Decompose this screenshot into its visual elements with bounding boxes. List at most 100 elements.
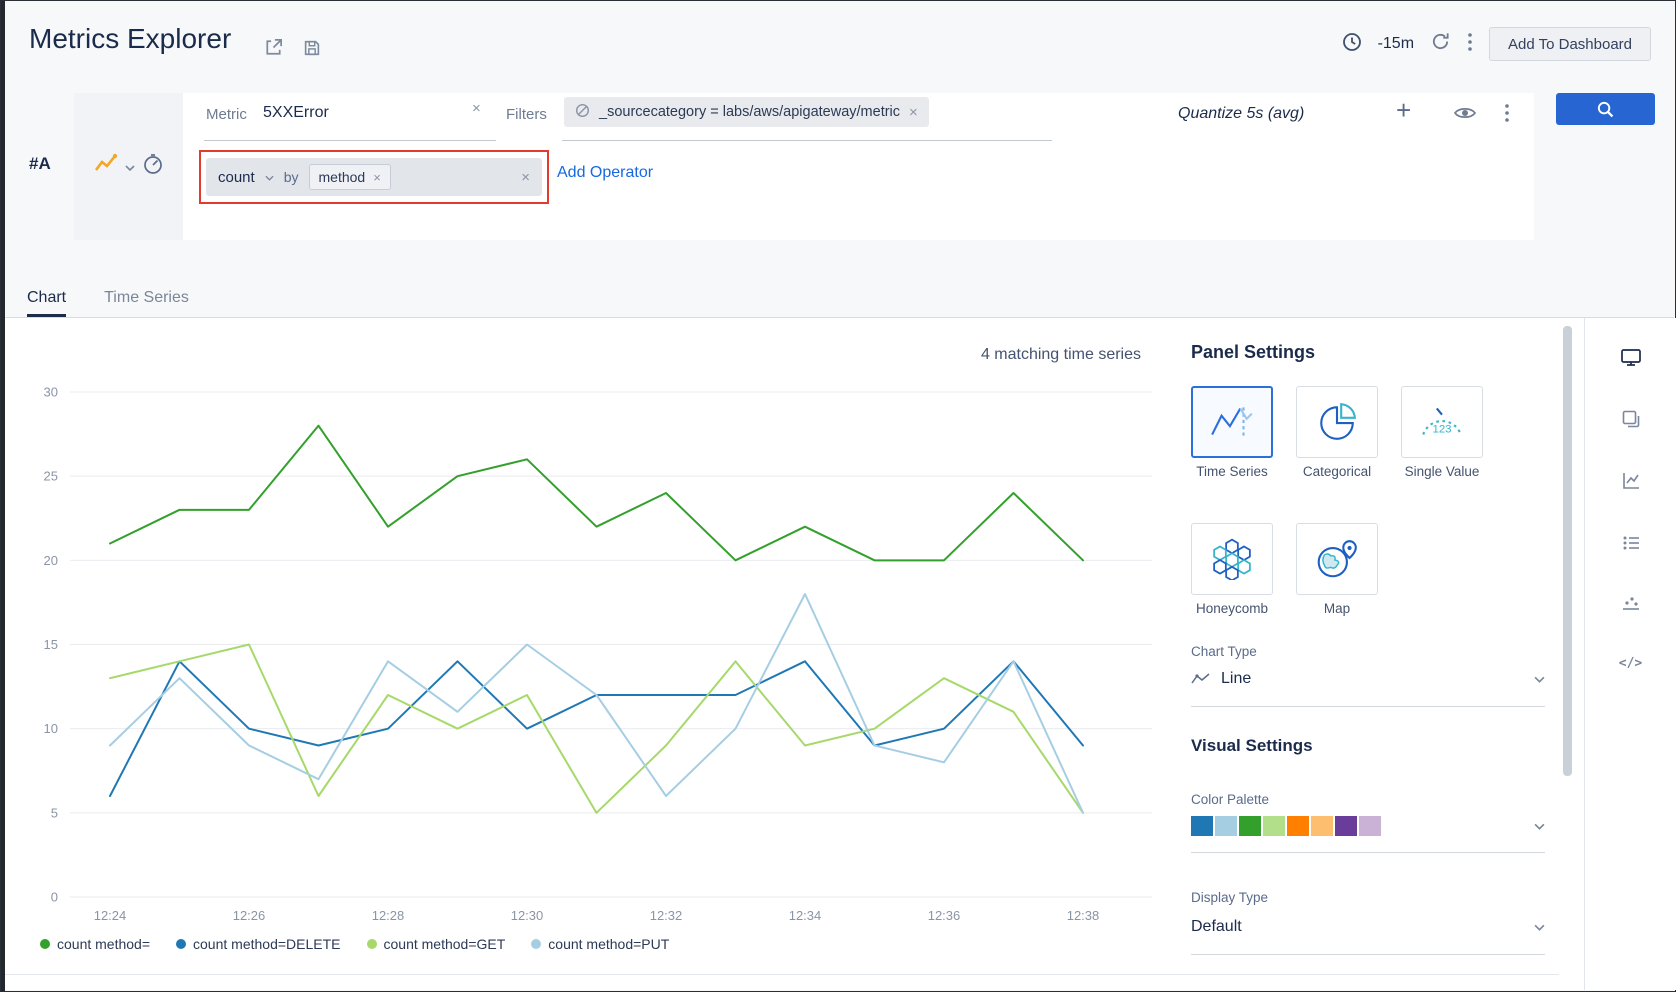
- panel-type-honeycomb[interactable]: [1191, 523, 1273, 595]
- metrics-line-chart[interactable]: 05101520253012:2412:2612:2812:3012:3212:…: [30, 332, 1170, 932]
- quantize-gauge-icon[interactable]: [142, 153, 164, 180]
- panel-type-single-value[interactable]: 123: [1401, 386, 1483, 458]
- chart-type-select[interactable]: Line: [1191, 670, 1545, 688]
- svg-text:123: 123: [1432, 423, 1451, 435]
- page-title: Metrics Explorer: [29, 23, 231, 55]
- query-card: Metric 5XXError × Filters _sourcecategor…: [74, 93, 1534, 240]
- palette-swatch: [1311, 816, 1333, 836]
- add-to-dashboard-button[interactable]: Add To Dashboard: [1489, 27, 1651, 61]
- map-globe-icon: [1314, 538, 1360, 580]
- palette-swatch: [1359, 816, 1381, 836]
- code-icon[interactable]: </>: [1619, 656, 1642, 671]
- operator-field-text: method: [319, 169, 366, 185]
- legend-list-icon[interactable]: [1620, 532, 1642, 554]
- filter-chip-remove-icon[interactable]: ×: [909, 105, 918, 120]
- panel-type-label: Time Series: [1182, 464, 1282, 479]
- query-visualization-box[interactable]: [74, 93, 183, 240]
- color-palette-select[interactable]: [1191, 816, 1545, 836]
- operator-highlight-annotation: count by method × ×: [199, 150, 549, 204]
- add-operator-link[interactable]: Add Operator: [557, 164, 653, 182]
- chevron-down-icon[interactable]: [125, 158, 135, 176]
- palette-swatch: [1287, 816, 1309, 836]
- palette-swatch: [1191, 816, 1213, 836]
- save-icon[interactable]: [302, 38, 322, 63]
- add-query-button[interactable]: +: [1396, 95, 1411, 126]
- share-icon[interactable]: [263, 37, 284, 63]
- refresh-icon[interactable]: [1430, 31, 1451, 57]
- svg-text:12:34: 12:34: [789, 908, 822, 923]
- chevron-down-icon: [1534, 918, 1545, 936]
- svg-text:12:30: 12:30: [511, 908, 544, 923]
- legend-item[interactable]: count method=PUT: [531, 936, 669, 952]
- visibility-eye-icon[interactable]: [1453, 105, 1477, 126]
- honeycomb-icon: [1209, 538, 1255, 580]
- panel-type-label: Honeycomb: [1182, 601, 1282, 616]
- time-series-icon: [1209, 403, 1255, 441]
- svg-text:10: 10: [44, 721, 58, 736]
- operator-field-chip[interactable]: method ×: [309, 164, 391, 190]
- svg-text:5: 5: [51, 805, 58, 820]
- panel-settings-title: Panel Settings: [1191, 342, 1315, 363]
- color-palette-label: Color Palette: [1191, 792, 1269, 807]
- chevron-down-icon: [1534, 670, 1545, 688]
- operator-chip[interactable]: count by method × ×: [206, 158, 542, 196]
- vertical-scrollbar[interactable]: [1563, 326, 1572, 776]
- panel-type-categorical[interactable]: [1296, 386, 1378, 458]
- svg-text:20: 20: [44, 553, 58, 568]
- metric-label: Metric: [206, 106, 247, 123]
- operator-chevron-icon[interactable]: [265, 168, 274, 186]
- svg-text:12:38: 12:38: [1067, 908, 1100, 923]
- svg-text:25: 25: [44, 469, 58, 484]
- display-type-label: Display Type: [1191, 890, 1268, 905]
- right-toolbar: </>: [1584, 318, 1676, 990]
- metrics-chart-icon[interactable]: [94, 152, 118, 181]
- line-chart-mini-icon: [1191, 672, 1211, 686]
- filter-chip[interactable]: _sourcecategory = labs/aws/apigateway/me…: [564, 97, 929, 127]
- legend-color-dot: [367, 939, 377, 949]
- time-range-clock-icon[interactable]: [1342, 32, 1362, 57]
- display-type-select[interactable]: Default: [1191, 918, 1545, 936]
- visual-settings-title: Visual Settings: [1191, 736, 1313, 756]
- metric-input-underline: [204, 140, 496, 141]
- operator-by-label: by: [284, 169, 299, 185]
- svg-text:12:32: 12:32: [650, 908, 683, 923]
- header-kebab-menu-icon[interactable]: [1467, 32, 1473, 57]
- tab-time-series[interactable]: Time Series: [104, 289, 189, 317]
- legend-color-dot: [176, 939, 186, 949]
- filters-input-underline: [562, 140, 1052, 141]
- query-row-label: #A: [29, 154, 51, 174]
- palette-swatch: [1215, 816, 1237, 836]
- metric-input[interactable]: 5XXError: [263, 104, 329, 122]
- filter-exclude-icon[interactable]: [575, 103, 590, 122]
- search-button[interactable]: [1556, 93, 1655, 125]
- panel-type-map[interactable]: [1296, 523, 1378, 595]
- query-kebab-menu-icon[interactable]: [1504, 103, 1510, 128]
- view-tabs: Chart Time Series: [2, 285, 1674, 318]
- filters-label: Filters: [506, 106, 547, 123]
- metric-clear-icon[interactable]: ×: [472, 101, 481, 116]
- display-monitor-icon[interactable]: [1620, 346, 1642, 368]
- operator-name[interactable]: count: [218, 169, 255, 186]
- panel-type-time-series[interactable]: [1191, 386, 1273, 458]
- time-range-value[interactable]: -15m: [1378, 35, 1414, 53]
- operator-clear-icon[interactable]: ×: [521, 170, 530, 185]
- svg-text:0: 0: [51, 890, 58, 905]
- svg-text:30: 30: [44, 385, 58, 400]
- content-area: 4 matching time series 05101520253012:24…: [2, 318, 1674, 990]
- chart-axes-icon[interactable]: [1620, 470, 1642, 492]
- legend-item[interactable]: count method=: [40, 936, 150, 952]
- svg-text:15: 15: [44, 637, 58, 652]
- palette-swatch: [1239, 816, 1261, 836]
- operator-field-remove-icon[interactable]: ×: [373, 171, 381, 184]
- panels-copy-icon[interactable]: [1620, 408, 1642, 430]
- legend-item[interactable]: count method=DELETE: [176, 936, 340, 952]
- legend-label: count method=PUT: [548, 936, 669, 952]
- legend-label: count method=: [57, 936, 150, 952]
- window-left-edge: [1, 1, 5, 991]
- chevron-down-icon: [1534, 817, 1545, 835]
- legend-color-dot: [40, 939, 50, 949]
- categorical-pie-icon: [1316, 401, 1358, 443]
- outliers-icon[interactable]: [1620, 594, 1642, 616]
- legend-item[interactable]: count method=GET: [367, 936, 506, 952]
- tab-chart[interactable]: Chart: [27, 289, 66, 317]
